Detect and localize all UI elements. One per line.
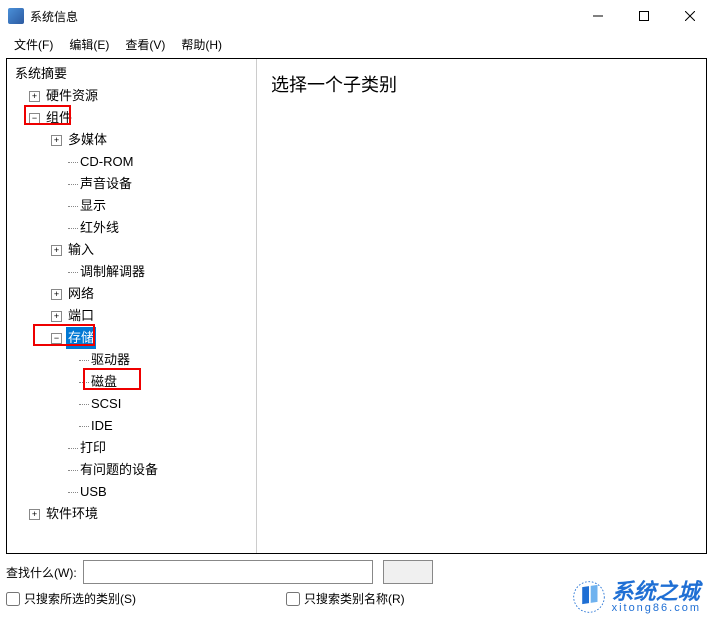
tree-item-ports[interactable]: + 端口 [7,305,256,327]
watermark-url: xitong86.com [612,603,701,614]
tree-item-scsi[interactable]: SCSI [7,393,256,415]
tree-label: 存储 [66,327,96,349]
tree-label: 驱动器 [77,349,132,371]
logo-icon [572,580,606,614]
check-only-names[interactable]: 只搜索类别名称(R) [286,590,405,607]
collapse-icon[interactable]: − [29,113,40,124]
checkbox-only-selected[interactable] [6,592,20,606]
tree-label: 多媒体 [66,129,109,151]
tree-label: 硬件资源 [44,85,100,107]
minimize-button[interactable] [575,0,621,32]
tree-label: 打印 [66,437,108,459]
tree-item-usb[interactable]: USB [7,481,256,503]
content-area: 系统摘要 + 硬件资源 − 组件 + 多媒体 CD-ROM 声音设备 [6,58,707,554]
tree-label: 红外线 [66,217,121,239]
expand-icon[interactable]: + [51,311,62,322]
expand-icon[interactable]: + [29,509,40,520]
expand-icon[interactable]: + [51,135,62,146]
detail-prompt: 选择一个子类别 [271,75,397,95]
tree-label: CD-ROM [66,151,135,173]
maximize-button[interactable] [621,0,667,32]
menu-edit[interactable]: 编辑(E) [63,34,115,55]
tree-item-multimedia[interactable]: + 多媒体 [7,129,256,151]
window-controls [575,0,713,32]
tree-label: 端口 [66,305,96,327]
menubar: 文件(F) 编辑(E) 查看(V) 帮助(H) [0,32,713,56]
tree-label: IDE [77,415,115,437]
tree-label: 磁盘 [77,371,119,393]
tree-item-storage[interactable]: − 存储 [7,327,256,349]
detail-panel: 选择一个子类别 [257,59,706,553]
tree-item-software-env[interactable]: + 软件环境 [7,503,256,525]
check-label: 只搜索类别名称(R) [304,590,405,607]
collapse-icon[interactable]: − [51,333,62,344]
tree-item-ide[interactable]: IDE [7,415,256,437]
tree-label: 声音设备 [66,173,134,195]
expand-icon[interactable]: + [51,289,62,300]
watermark-title: 系统之城 [612,581,701,603]
tree-item-summary[interactable]: 系统摘要 [7,63,256,85]
tree-label: 有问题的设备 [66,459,160,481]
check-only-selected[interactable]: 只搜索所选的类别(S) [6,590,136,607]
tree-item-sound[interactable]: 声音设备 [7,173,256,195]
tree-label: SCSI [77,393,123,415]
tree-item-components[interactable]: − 组件 [7,107,256,129]
tree-item-drives[interactable]: 驱动器 [7,349,256,371]
check-label: 只搜索所选的类别(S) [24,590,136,607]
tree-label: 软件环境 [44,503,100,525]
tree-item-display[interactable]: 显示 [7,195,256,217]
category-tree: 系统摘要 + 硬件资源 − 组件 + 多媒体 CD-ROM 声音设备 [7,63,256,525]
menu-view[interactable]: 查看(V) [119,34,171,55]
tree-label: 输入 [66,239,96,261]
tree-label: 显示 [66,195,108,217]
tree-item-infrared[interactable]: 红外线 [7,217,256,239]
window-title: 系统信息 [30,8,575,25]
expand-icon[interactable]: + [51,245,62,256]
search-input[interactable] [83,560,373,584]
tree-label: USB [66,481,109,503]
tree-item-network[interactable]: + 网络 [7,283,256,305]
tree-item-hardware[interactable]: + 硬件资源 [7,85,256,107]
checkbox-only-names[interactable] [286,592,300,606]
menu-file[interactable]: 文件(F) [8,34,59,55]
menu-help[interactable]: 帮助(H) [175,34,228,55]
tree-label: 组件 [44,107,74,129]
tree-label: 系统摘要 [13,63,69,85]
tree-item-disks[interactable]: 磁盘 [7,371,256,393]
tree-item-cdrom[interactable]: CD-ROM [7,151,256,173]
watermark-logo: 系统之城 xitong86.com [568,578,705,616]
app-icon [8,8,24,24]
expand-icon[interactable]: + [29,91,40,102]
close-button[interactable] [667,0,713,32]
tree-label: 网络 [66,283,96,305]
tree-panel: 系统摘要 + 硬件资源 − 组件 + 多媒体 CD-ROM 声音设备 [7,59,257,553]
tree-label: 调制解调器 [66,261,147,283]
titlebar: 系统信息 [0,0,713,32]
search-label: 查找什么(W): [6,564,77,581]
search-button[interactable] [383,560,433,584]
tree-item-printing[interactable]: 打印 [7,437,256,459]
tree-item-modem[interactable]: 调制解调器 [7,261,256,283]
tree-item-problem-devices[interactable]: 有问题的设备 [7,459,256,481]
tree-item-input[interactable]: + 输入 [7,239,256,261]
